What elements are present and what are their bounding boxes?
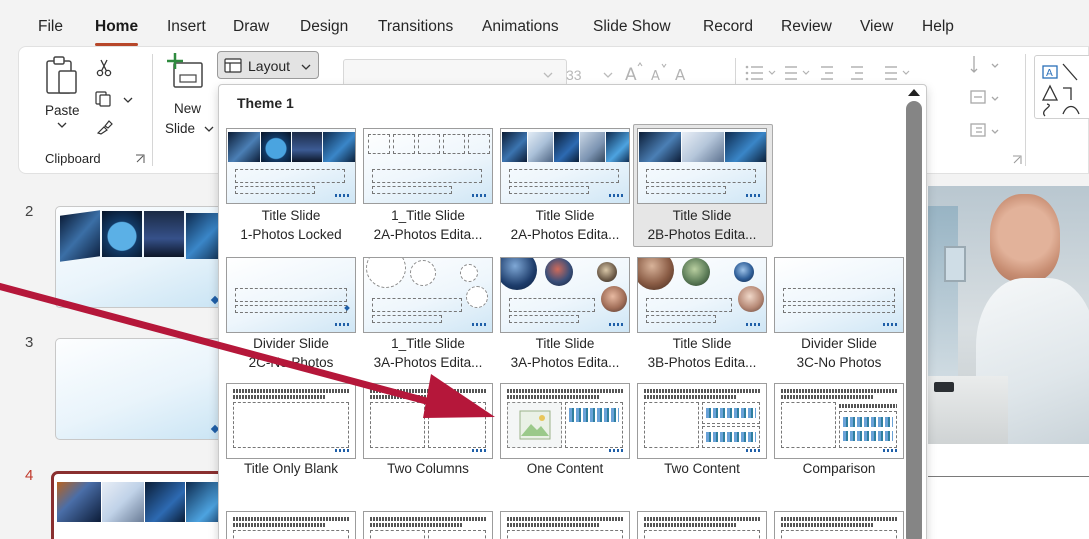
layout-caption-line1: Title Slide	[672, 208, 732, 223]
font-size-chevron-icon	[603, 72, 613, 78]
layout-thumbnail	[363, 128, 493, 204]
paste-button[interactable]: Paste	[45, 103, 80, 118]
layout-caption-line2: 3B-Photos Edita...	[647, 355, 757, 370]
layout-caption-line2: 2A-Photos Edita...	[373, 227, 483, 242]
tab-home[interactable]: Home	[95, 18, 139, 46]
font-name-chevron-icon	[543, 72, 553, 78]
layout-caption-line1: Title Slide	[672, 336, 732, 351]
cut-icon[interactable]	[96, 59, 112, 77]
slide-thumbnail[interactable]	[55, 338, 230, 440]
layout-caption: Title Only Blank	[243, 461, 339, 476]
layout-caption-line1: Title Slide	[535, 336, 595, 351]
copy-dropdown-chevron-icon[interactable]	[123, 96, 133, 104]
slide-number-active: 4	[25, 467, 34, 484]
layout-thumbnail	[500, 257, 630, 333]
layout-thumbnail	[637, 383, 767, 459]
layout-caption-line2: 1-Photos Locked	[240, 227, 342, 242]
layout-caption-line1: 1_Title Slide	[391, 336, 465, 351]
powerpoint-window: File Home Insert Draw Design Transitions…	[0, 0, 1089, 539]
layout-thumbnail	[363, 257, 493, 333]
layout-thumbnail	[226, 128, 356, 204]
layout-thumbnail	[637, 257, 767, 333]
layout-caption-line1: Divider Slide	[801, 336, 877, 351]
layout-caption-line2: 2A-Photos Edita...	[510, 227, 620, 242]
tab-transitions[interactable]: Transitions	[378, 18, 453, 36]
slide-canvas[interactable]	[925, 186, 1089, 539]
format-painter-icon[interactable]	[95, 119, 115, 135]
layout-icon	[224, 58, 242, 73]
layout-chevron-icon	[301, 64, 311, 70]
shapes-gallery[interactable]: A	[1034, 55, 1089, 119]
clipboard-dialog-launcher-icon[interactable]	[135, 154, 145, 164]
new-slide-label-line1[interactable]: New	[174, 101, 201, 116]
svg-text:A: A	[625, 65, 637, 85]
layout-caption-line2: 3A-Photos Edita...	[510, 355, 620, 370]
tab-view[interactable]: View	[860, 18, 893, 36]
tab-file[interactable]: File	[38, 18, 63, 36]
scroll-up-arrow-icon[interactable]	[908, 89, 920, 96]
layout-caption: One Content	[526, 461, 604, 476]
tab-design[interactable]: Design	[300, 18, 348, 36]
theme-section-title: Theme 1	[237, 95, 294, 111]
layout-caption-line2: 3C-No Photos	[796, 355, 882, 370]
copy-icon[interactable]	[95, 91, 115, 107]
layout-button-label: Layout	[248, 58, 291, 74]
tab-review[interactable]: Review	[781, 18, 832, 36]
tab-slide-show[interactable]: Slide Show	[593, 18, 671, 36]
layout-caption-line1: Title Slide	[535, 208, 595, 223]
new-slide-icon[interactable]	[166, 51, 206, 91]
tab-animations[interactable]: Animations	[482, 18, 559, 36]
paste-dropdown-chevron-icon[interactable]	[57, 121, 67, 129]
layout-thumbnail	[500, 383, 630, 459]
paragraph-dialog-launcher-icon[interactable]	[1012, 155, 1022, 165]
new-slide-chevron-icon[interactable]	[204, 125, 214, 133]
shapes-icon: A	[1041, 63, 1080, 117]
layout-caption-line1: Divider Slide	[253, 336, 329, 351]
slide-number: 3	[25, 334, 34, 351]
ribbon-separator	[1025, 54, 1026, 166]
layout-gallery-dropdown: Theme 1 Title Slide 1-Photos Locked 1_Ti…	[218, 84, 927, 539]
slide-photo-scientist	[928, 186, 1089, 444]
font-size-value[interactable]: 33	[566, 67, 582, 83]
slide-thumbnail-selected[interactable]	[51, 471, 234, 539]
layout-caption: Two Content	[664, 461, 740, 476]
new-slide-label-line2[interactable]: Slide	[165, 121, 195, 136]
text-direction-align-icons[interactable]	[968, 54, 1002, 146]
clipboard-group-label: Clipboard	[45, 151, 101, 166]
layout-thumbnail	[774, 257, 904, 333]
svg-text:A: A	[651, 69, 660, 84]
layout-thumbnail	[226, 383, 356, 459]
layout-caption-line1: Title Slide	[261, 208, 321, 223]
paste-icon[interactable]	[44, 55, 80, 97]
svg-text:A: A	[675, 66, 686, 84]
layout-thumbnail	[500, 128, 630, 204]
tab-draw[interactable]: Draw	[233, 18, 269, 36]
layout-thumbnail	[774, 383, 904, 459]
picture-placeholder-icon	[519, 410, 551, 440]
layout-thumbnail	[226, 257, 356, 333]
tab-record[interactable]: Record	[703, 18, 753, 36]
layout-caption-line2: 2B-Photos Edita...	[647, 227, 757, 242]
svg-text:A: A	[1046, 68, 1053, 79]
menu-bar: File Home Insert Draw Design Transitions…	[0, 0, 1089, 46]
slide-divider-line	[928, 476, 1089, 477]
layout-caption: Comparison	[802, 461, 876, 476]
tab-help[interactable]: Help	[922, 18, 954, 36]
slide-number: 2	[25, 203, 34, 220]
ribbon-separator	[152, 54, 153, 166]
layout-caption-line2: 2C-No Photos	[248, 355, 334, 370]
tab-insert[interactable]: Insert	[167, 18, 206, 36]
layout-caption-line2: 3A-Photos Edita...	[373, 355, 483, 370]
layout-button[interactable]: Layout	[217, 51, 319, 79]
layout-thumbnail	[363, 383, 493, 459]
slide-thumbnail[interactable]	[55, 206, 230, 308]
layout-thumbnail	[637, 128, 767, 204]
paragraph-list-icons[interactable]	[745, 62, 945, 84]
layout-caption: Two Columns	[387, 461, 469, 476]
layout-caption-line1: 1_Title Slide	[391, 208, 465, 223]
font-grow-shrink-icons[interactable]: A A A	[623, 60, 723, 86]
